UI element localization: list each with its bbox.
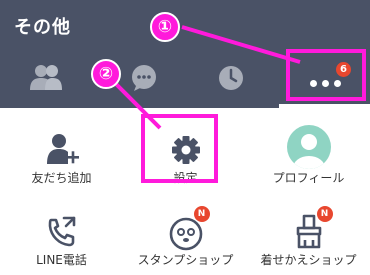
annotation-marker-2: ② <box>91 59 121 89</box>
annotation-box-settings <box>141 114 218 183</box>
annotation-marker-1: ① <box>150 12 180 42</box>
annotation-box-more <box>286 49 366 101</box>
